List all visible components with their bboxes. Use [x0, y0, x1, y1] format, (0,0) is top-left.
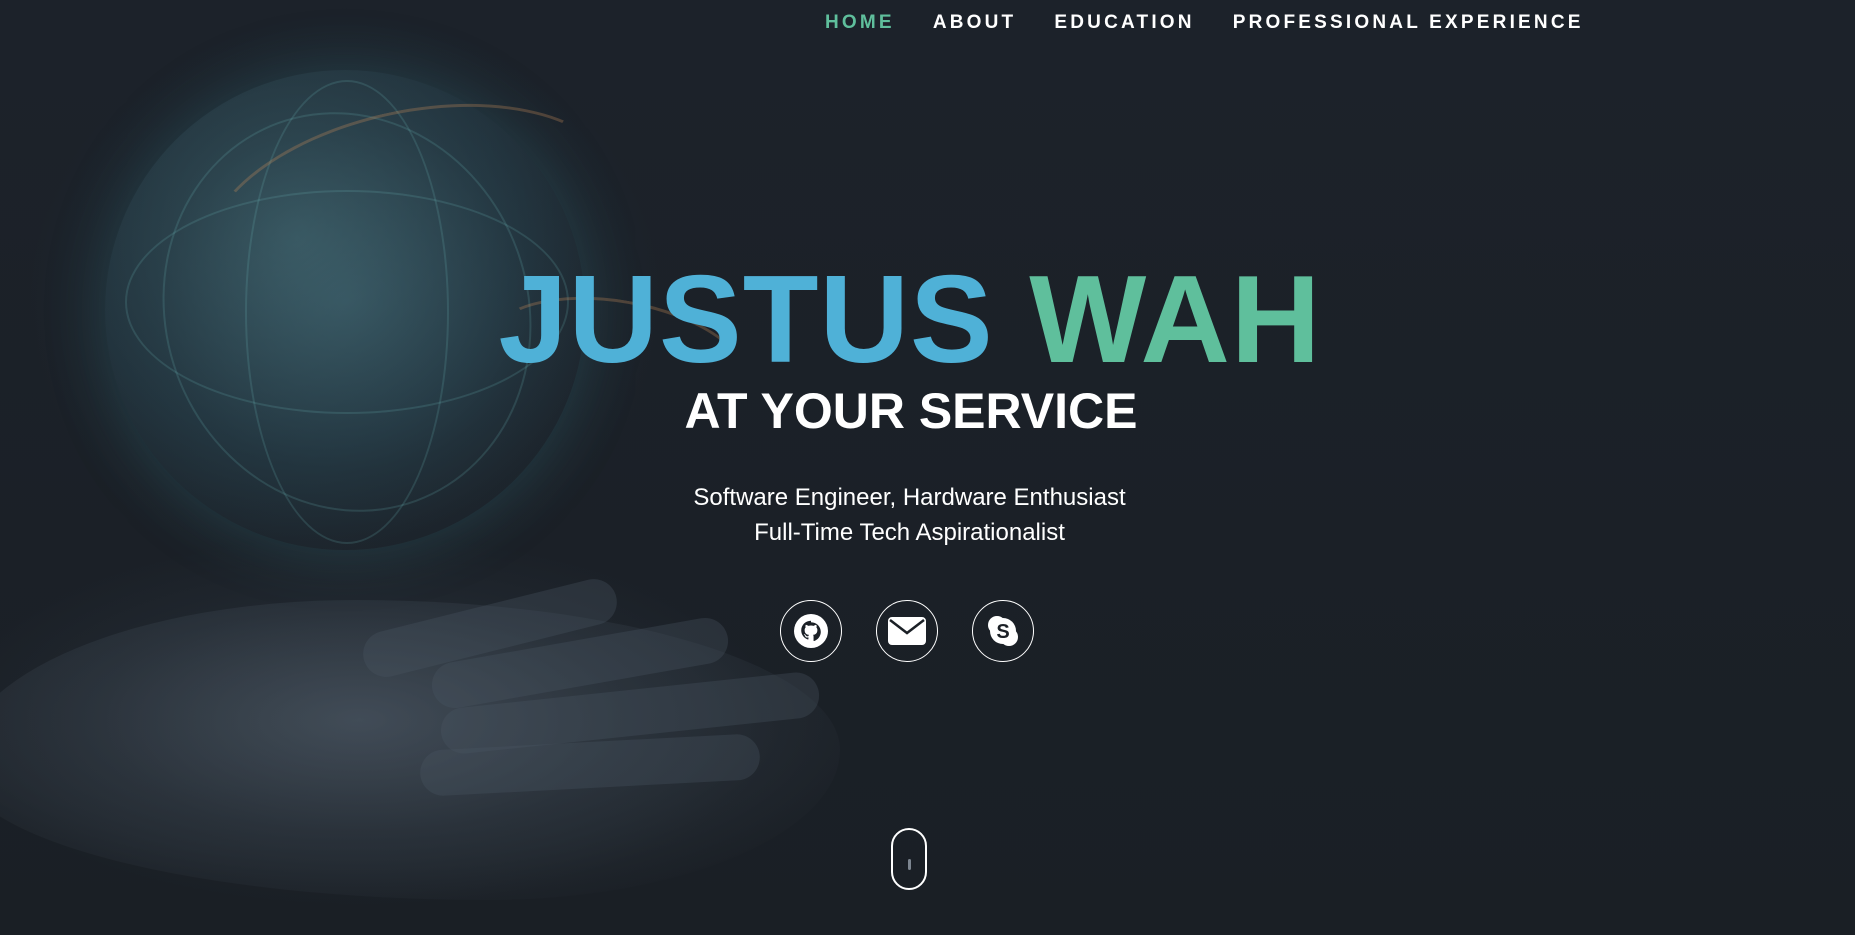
social-links: S [780, 600, 1034, 662]
hero-tagline: AT YOUR SERVICE [684, 383, 1138, 439]
nav-item-about[interactable]: ABOUT [933, 12, 1017, 34]
nav-item-education[interactable]: EDUCATION [1054, 12, 1194, 34]
github-link[interactable] [780, 600, 842, 662]
hero-first-name: JUSTUS [498, 251, 994, 389]
svg-text:S: S [996, 621, 1009, 643]
top-navigation: HOME ABOUT EDUCATION PROFESSIONAL EXPERI… [825, 12, 1584, 34]
email-link[interactable] [876, 600, 938, 662]
nav-item-professional-experience[interactable]: PROFESSIONAL EXPERIENCE [1233, 12, 1584, 34]
nav-item-home[interactable]: HOME [825, 12, 895, 34]
hero-last-name: WAH [1029, 251, 1322, 389]
hero-subtitle: Software Engineer, Hardware Enthusiast F… [0, 480, 1819, 550]
mouse-scroll-icon[interactable] [891, 828, 927, 890]
hero-section: HOME ABOUT EDUCATION PROFESSIONAL EXPERI… [0, 0, 1855, 935]
scroll-wheel [908, 859, 911, 870]
envelope-icon [888, 617, 926, 645]
hero-name: JUSTUS WAH [0, 250, 1820, 390]
github-icon [794, 614, 828, 648]
hero-subtitle-line: Full-Time Tech Aspirationalist [754, 519, 1065, 546]
skype-link[interactable]: S [972, 600, 1034, 662]
hero-subtitle-line: Software Engineer, Hardware Enthusiast [693, 484, 1126, 511]
skype-icon: S [988, 616, 1018, 646]
